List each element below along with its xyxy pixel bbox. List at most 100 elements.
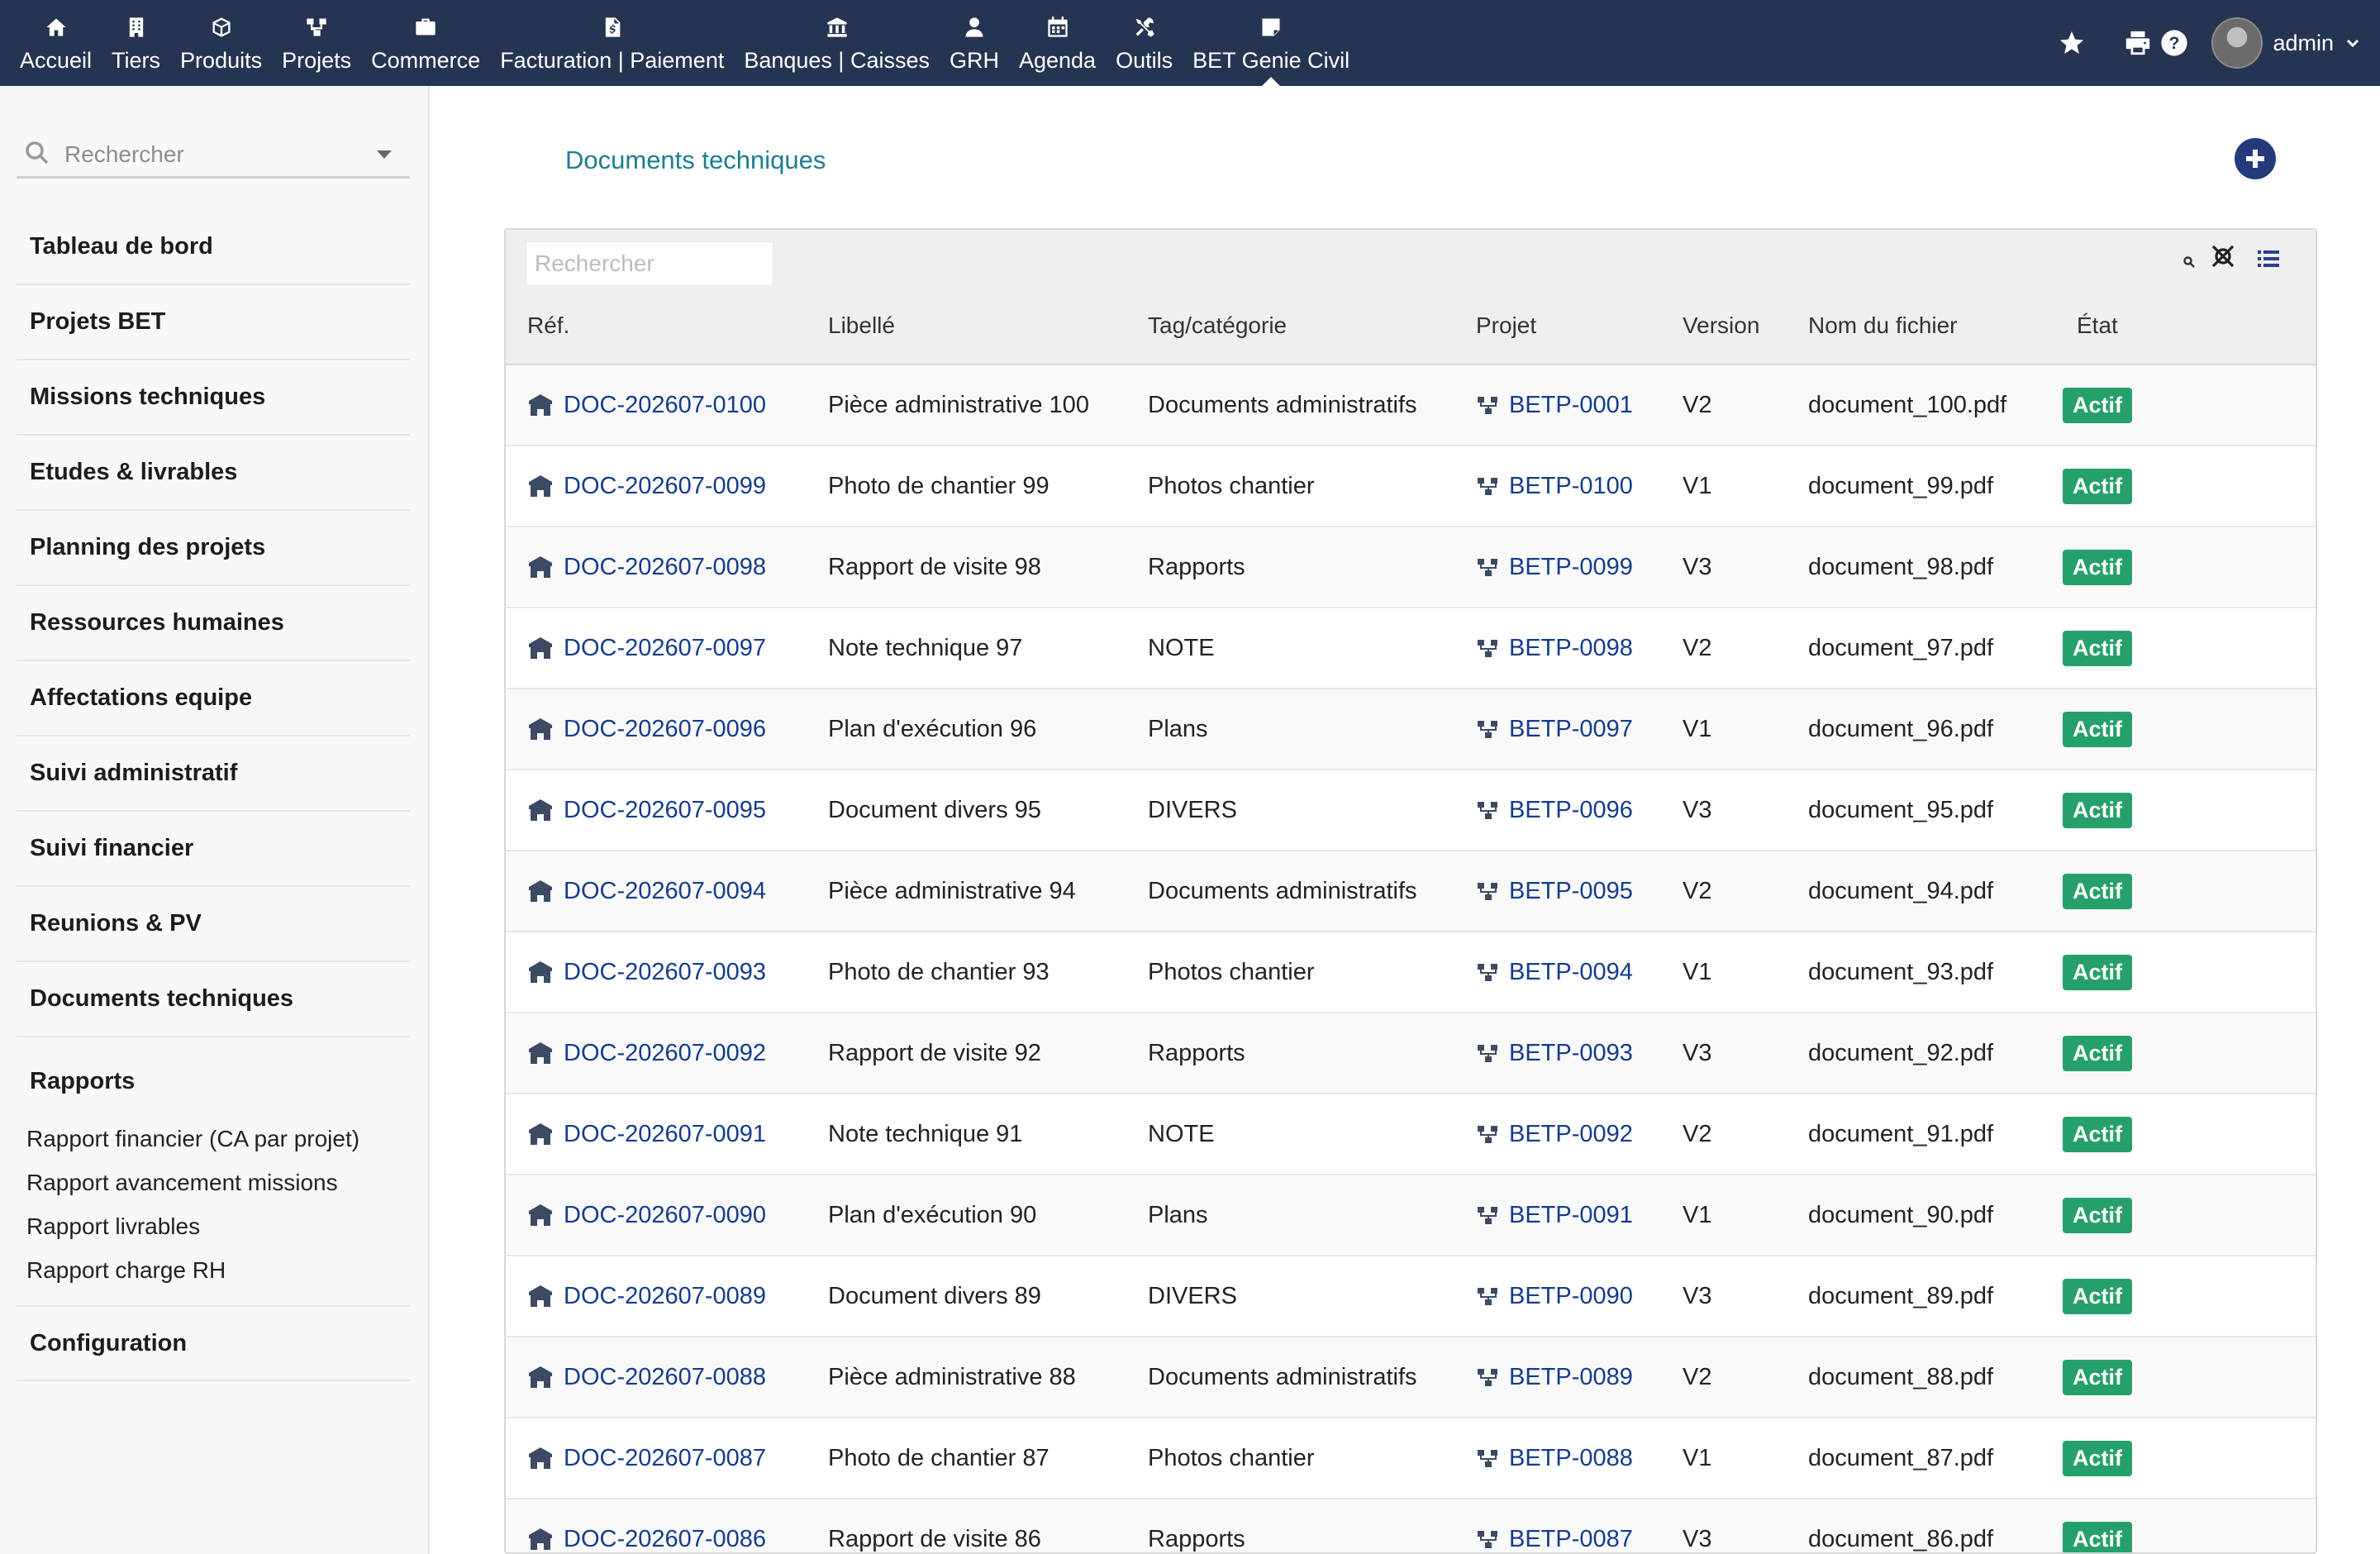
document-ref-link[interactable]: DOC-202607-0096 (564, 716, 766, 743)
table-filter-input[interactable] (526, 241, 774, 286)
nav-item-projets[interactable]: Projets (272, 0, 361, 86)
column-header-filename[interactable]: Nom du fichier (1808, 312, 1958, 339)
document-ref-link[interactable]: DOC-202607-0087 (564, 1445, 766, 1472)
document-ref-link[interactable]: DOC-202607-0097 (564, 635, 766, 662)
project-ref-link[interactable]: BETP-0094 (1509, 959, 1633, 986)
star-icon[interactable] (2056, 27, 2087, 59)
project-ref-link[interactable]: BETP-0092 (1509, 1121, 1633, 1148)
nav-item-agenda[interactable]: Agenda (1009, 0, 1106, 86)
document-ref-link[interactable]: DOC-202607-0090 (564, 1202, 766, 1229)
search-icon[interactable] (2183, 256, 2197, 269)
document-ref-link[interactable]: DOC-202607-0093 (564, 959, 766, 986)
cell-version: V1 (1683, 446, 1711, 526)
document-ref-link[interactable]: DOC-202607-0089 (564, 1283, 766, 1310)
table-row[interactable]: DOC-202607-0096 Plan d'exécution 96 Plans B… (506, 689, 2316, 770)
table-row[interactable]: DOC-202607-0092 Rapport de visite 92 Rappo… (506, 1013, 2316, 1094)
document-ref-link[interactable]: DOC-202607-0099 (564, 473, 766, 500)
sidebar-item-documents-techniques[interactable]: Documents techniques (17, 962, 410, 1037)
add-document-button[interactable] (2235, 138, 2276, 179)
table-row[interactable]: DOC-202607-0086 Rapport de visite 86 Rappo… (506, 1499, 2316, 1553)
table-row[interactable]: DOC-202607-0100 Pièce administrative 100 D… (506, 365, 2316, 446)
version-text: V3 (1683, 1525, 1712, 1552)
project-ref-link[interactable]: BETP-0090 (1509, 1283, 1633, 1310)
document-ref-link[interactable]: DOC-202607-0086 (564, 1526, 766, 1553)
sidebar-item-missions-techniques[interactable]: Missions techniques (17, 360, 410, 436)
column-header-label[interactable]: Libellé (828, 312, 895, 339)
status-badge: Actif (2063, 873, 2132, 909)
sidebar-subitem-report[interactable]: Rapport financier (CA par projet) (17, 1117, 410, 1161)
project-ref-link[interactable]: BETP-0089 (1509, 1364, 1633, 1391)
table-row[interactable]: DOC-202607-0091 Note technique 91 NOTE BETP… (506, 1094, 2316, 1175)
tag-text: NOTE (1148, 1120, 1215, 1147)
project-ref-link[interactable]: BETP-0001 (1509, 392, 1633, 419)
document-ref-link[interactable]: DOC-202607-0095 (564, 797, 766, 824)
sidebar-subitem-report[interactable]: Rapport livrables (17, 1204, 410, 1248)
nav-item-produits[interactable]: Produits (170, 0, 272, 86)
nav-item-bet-genie-civil[interactable]: BET Genie Civil (1183, 0, 1359, 86)
chevron-down-icon[interactable] (2345, 36, 2360, 50)
column-header-ref[interactable]: Réf. (527, 312, 569, 339)
table-row[interactable]: DOC-202607-0098 Rapport de visite 98 Rappo… (506, 527, 2316, 608)
project-ref-link[interactable]: BETP-0088 (1509, 1445, 1633, 1472)
table-row[interactable]: DOC-202607-0095 Document divers 95 DIVERS B… (506, 770, 2316, 851)
sidebar-item-suivi-financier[interactable]: Suivi financier (17, 812, 410, 887)
project-ref-link[interactable]: BETP-0093 (1509, 1040, 1633, 1067)
tag-text: Plans (1148, 715, 1208, 742)
document-ref-link[interactable]: DOC-202607-0092 (564, 1040, 766, 1067)
document-ref-link[interactable]: DOC-202607-0094 (564, 878, 766, 905)
sidebar-item-planning-des-projets[interactable]: Planning des projets (17, 511, 410, 586)
column-header-project[interactable]: Projet (1476, 312, 1536, 339)
document-ref-link[interactable]: DOC-202607-0091 (564, 1121, 766, 1148)
sidebar-item-projets-bet[interactable]: Projets BET (17, 285, 410, 360)
sidebar-item-affectations-equipe[interactable]: Affectations equipe (17, 661, 410, 736)
print-icon[interactable] (2122, 27, 2154, 59)
help-icon[interactable]: ? (2159, 27, 2190, 59)
sidebar-item-configuration[interactable]: Configuration (17, 1307, 410, 1381)
table-row[interactable]: DOC-202607-0099 Photo de chantier 99 Photo… (506, 446, 2316, 527)
sidebar-item-tableau-de-bord[interactable]: Tableau de bord (17, 210, 410, 285)
nav-item-accueil[interactable]: Accueil (10, 0, 102, 86)
sidebar-item-suivi-administratif[interactable]: Suivi administratif (17, 736, 410, 812)
project-ref-link[interactable]: BETP-0097 (1509, 716, 1633, 743)
table-row[interactable]: DOC-202607-0089 Document divers 89 DIVERS B… (506, 1256, 2316, 1337)
nav-item-banques-caisses[interactable]: Banques | Caisses (734, 0, 940, 86)
project-ref-link[interactable]: BETP-0100 (1509, 473, 1633, 500)
table-row[interactable]: DOC-202607-0094 Pièce administrative 94 Do… (506, 851, 2316, 932)
table-row[interactable]: DOC-202607-0093 Photo de chantier 93 Photo… (506, 932, 2316, 1013)
list-view-icon[interactable] (2256, 246, 2286, 276)
column-header-version[interactable]: Version (1683, 312, 1759, 339)
project-ref-link[interactable]: BETP-0099 (1509, 554, 1633, 581)
project-ref-link[interactable]: BETP-0096 (1509, 797, 1633, 824)
nav-item-commerce[interactable]: Commerce (361, 0, 490, 86)
project-ref-link[interactable]: BETP-0087 (1509, 1526, 1633, 1553)
nav-item-facturation-paiement[interactable]: Facturation | Paiement (490, 0, 734, 86)
user-name[interactable]: admin (2273, 31, 2334, 56)
sidebar-item-etudes-livrables[interactable]: Etudes & livrables (17, 436, 410, 511)
sidebar-search-input[interactable] (64, 141, 370, 168)
sidebar-item-rapports[interactable]: Rapports (17, 1037, 410, 1117)
document-ref-link[interactable]: DOC-202607-0100 (564, 392, 766, 419)
user-avatar[interactable] (2211, 17, 2263, 69)
project-ref-link[interactable]: BETP-0095 (1509, 878, 1633, 905)
column-header-status[interactable]: État (2077, 312, 2118, 339)
nav-item-outils[interactable]: Outils (1106, 0, 1183, 86)
table-row[interactable]: DOC-202607-0088 Pièce administrative 88 Do… (506, 1337, 2316, 1418)
column-header-tag[interactable]: Tag/catégorie (1148, 312, 1287, 339)
table-row[interactable]: DOC-202607-0087 Photo de chantier 87 Photo… (506, 1418, 2316, 1499)
sidebar-item-ressources-humaines[interactable]: Ressources humaines (17, 586, 410, 661)
dropdown-arrow-icon[interactable] (377, 150, 392, 159)
nav-item-grh[interactable]: GRH (940, 0, 1009, 86)
project-ref-link[interactable]: BETP-0091 (1509, 1202, 1633, 1229)
nav-item-tiers[interactable]: Tiers (102, 0, 170, 86)
sidebar-item-reunions-pv[interactable]: Reunions & PV (17, 887, 410, 962)
cell-version: V3 (1683, 1499, 1712, 1552)
table-row[interactable]: DOC-202607-0097 Note technique 97 NOTE BETP… (506, 608, 2316, 689)
sidebar-subitem-report[interactable]: Rapport charge RH (17, 1248, 410, 1292)
sidebar-subitem-report[interactable]: Rapport avancement missions (17, 1161, 410, 1204)
sidebar-search[interactable] (17, 132, 410, 179)
document-ref-link[interactable]: DOC-202607-0098 (564, 554, 766, 581)
project-ref-link[interactable]: BETP-0098 (1509, 635, 1633, 662)
clear-filter-icon[interactable] (2208, 241, 2241, 274)
document-ref-link[interactable]: DOC-202607-0088 (564, 1364, 766, 1391)
table-row[interactable]: DOC-202607-0090 Plan d'exécution 90 Plans B… (506, 1175, 2316, 1256)
